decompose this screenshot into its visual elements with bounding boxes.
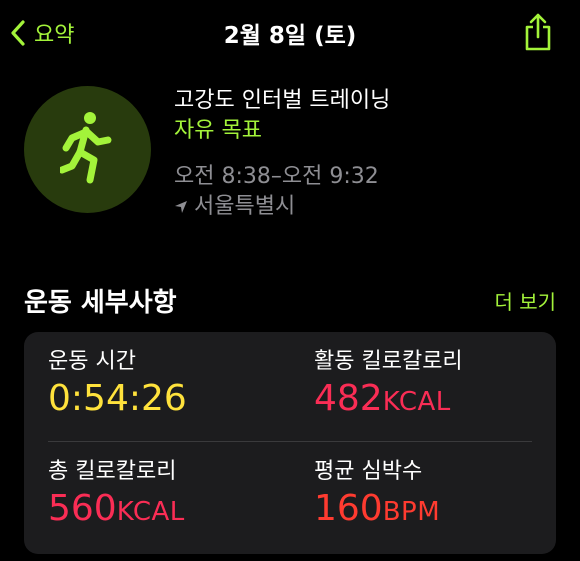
metric-value: 482KCAL	[314, 376, 554, 425]
metric-unit: KCAL	[382, 387, 451, 417]
workout-location-label: 서울특별시	[194, 194, 296, 219]
metric-value: 160BPM	[314, 486, 554, 535]
metric-number: 0:54:26	[48, 378, 187, 419]
share-button[interactable]	[522, 12, 554, 52]
card-divider	[48, 441, 532, 442]
metric-workout-time: 운동 시간 0:54:26	[48, 348, 288, 422]
workout-location: 서울특별시	[174, 192, 390, 222]
workout-goal: 자유 목표	[174, 118, 262, 143]
metric-label: 총 킬로칼로리	[48, 459, 177, 484]
workout-icon-badge	[24, 86, 151, 213]
metric-value: 0:54:26	[48, 376, 288, 422]
metric-label: 평균 심박수	[314, 459, 423, 484]
page-title: 2월 8일 (토)	[223, 23, 357, 49]
details-card: 운동 시간 0:54:26 활동 킬로칼로리 482KCAL 총 킬로칼로리 5…	[24, 332, 556, 554]
share-icon	[525, 13, 551, 51]
running-figure-icon	[60, 112, 112, 184]
metric-number: 482	[314, 378, 383, 419]
workout-time-range: 오전 8:38–오전 9:32	[174, 164, 379, 189]
workout-summary: 고강도 인터벌 트레이닝 자유 목표 오전 8:38–오전 9:32 서울특별시	[24, 86, 564, 226]
show-more-link[interactable]: 더 보기	[494, 286, 556, 315]
metric-number: 560	[48, 488, 117, 529]
workout-info: 고강도 인터벌 트레이닝 자유 목표 오전 8:38–오전 9:32 서울특별시	[174, 86, 390, 222]
metric-unit: KCAL	[116, 497, 185, 527]
details-section-header: 운동 세부사항 더 보기	[24, 282, 556, 318]
workout-type: 고강도 인터벌 트레이닝	[174, 88, 391, 113]
metric-number: 160	[314, 488, 383, 529]
metric-unit: BPM	[382, 497, 441, 527]
metric-total-calories: 총 킬로칼로리 560KCAL	[48, 458, 288, 535]
metric-average-heart-rate: 평균 심박수 160BPM	[314, 458, 554, 535]
metric-active-calories: 활동 킬로칼로리 482KCAL	[314, 348, 554, 425]
location-arrow-icon	[175, 201, 187, 213]
details-section-title: 운동 세부사항	[24, 288, 177, 318]
metric-value: 560KCAL	[48, 486, 288, 535]
metric-label: 운동 시간	[48, 349, 136, 374]
navigation-bar: 요약 2월 8일 (토)	[0, 0, 580, 64]
metric-label: 활동 킬로칼로리	[314, 349, 463, 374]
